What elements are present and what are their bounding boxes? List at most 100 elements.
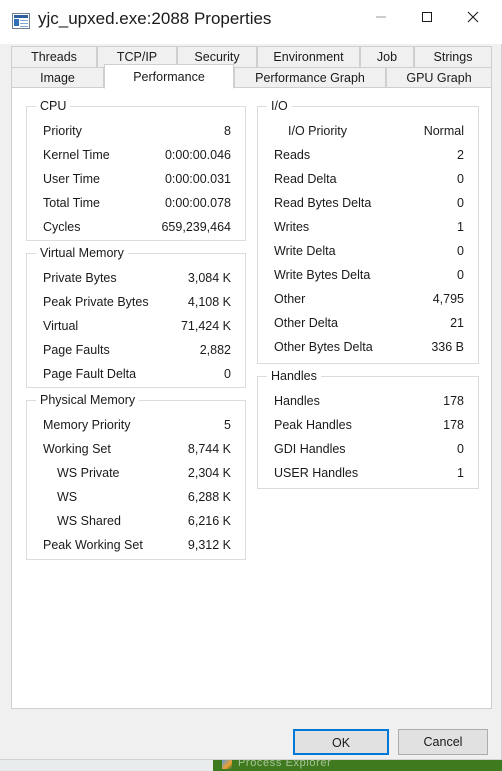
ok-button[interactable]: OK (293, 729, 389, 755)
app-window-icon (12, 13, 30, 29)
metric-row: Other 4,795 (258, 289, 478, 313)
metric-label: Other Delta (274, 316, 338, 330)
maximize-icon (422, 12, 432, 22)
metric-row: Peak Working Set 9,312 K (27, 535, 245, 559)
metric-value: 6,288 K (187, 490, 231, 504)
metric-value: 659,239,464 (161, 220, 231, 234)
metric-row: Other Bytes Delta 336 B (258, 337, 478, 361)
tab-gpu-graph[interactable]: GPU Graph (386, 67, 492, 88)
metric-row: Write Delta 0 (258, 241, 478, 265)
metric-label: WS Private (57, 466, 120, 480)
minimize-icon (376, 16, 386, 18)
background-window-icon (222, 760, 232, 769)
metric-label: Virtual (43, 319, 79, 333)
metric-row: Virtual 71,424 K (27, 316, 245, 340)
metric-value: 3,084 K (187, 271, 231, 285)
metric-row: Priority 8 (27, 121, 245, 145)
metric-row: Other Delta 21 (258, 313, 478, 337)
metric-row: USER Handles 1 (258, 463, 478, 487)
tab-job[interactable]: Job (360, 46, 414, 67)
metric-row: Reads 2 (258, 145, 478, 169)
metric-value: 8 (224, 124, 231, 138)
title-bar[interactable]: yjc_upxed.exe:2088 Properties (0, 0, 502, 44)
metric-value: 0 (457, 172, 464, 186)
metric-value: Normal (423, 124, 464, 138)
metric-label: WS Shared (57, 514, 121, 528)
close-button[interactable] (450, 0, 496, 34)
metric-label: Handles (274, 394, 320, 408)
group-io-title: I/O (267, 99, 292, 113)
tab-strings[interactable]: Strings (414, 46, 492, 67)
tab-strip: Threads TCP/IP Security Environment Job Strin… (11, 46, 492, 89)
metric-value: 4,795 (432, 292, 464, 306)
metric-label: Writes (274, 220, 310, 234)
metric-value: 9,312 K (187, 538, 231, 552)
metric-label: Write Delta (274, 244, 336, 258)
tab-row-bottom: Image Performance Performance Graph GPU Gra… (11, 64, 492, 89)
metric-label: Peak Handles (274, 418, 352, 432)
metric-label: Page Faults (43, 343, 110, 357)
group-handles-title: Handles (267, 369, 321, 383)
metric-value: 71,424 K (180, 319, 231, 333)
metric-row: WS Private 2,304 K (27, 463, 245, 487)
metric-label: Read Delta (274, 172, 337, 186)
metric-label: Other (274, 292, 306, 306)
tab-environment[interactable]: Environment (257, 46, 360, 67)
metric-row: WS Shared 6,216 K (27, 511, 245, 535)
window-title: yjc_upxed.exe:2088 Properties (38, 9, 272, 28)
group-handles: Handles Handles 178 Peak Handles 178 GDI Han… (257, 369, 479, 489)
close-icon (467, 11, 479, 23)
metric-label: Cycles (43, 220, 81, 234)
metric-value: 0 (457, 268, 464, 282)
metric-label: USER Handles (274, 466, 359, 480)
metric-label: Total Time (43, 196, 100, 210)
metric-row: Peak Private Bytes 4,108 K (27, 292, 245, 316)
metric-label: Working Set (43, 442, 111, 456)
metric-row: Writes 1 (258, 217, 478, 241)
metric-row: Total Time 0:00:00.078 (27, 193, 245, 217)
metric-row: Handles 178 (258, 391, 478, 415)
tab-image[interactable]: Image (11, 67, 104, 88)
metric-label: I/O Priority (288, 124, 348, 138)
group-virtual-memory-title: Virtual Memory (36, 246, 128, 260)
metric-row: Page Faults 2,882 (27, 340, 245, 364)
tab-performance-graph[interactable]: Performance Graph (234, 67, 386, 88)
metric-row: WS 6,288 K (27, 487, 245, 511)
tab-performance[interactable]: Performance (104, 64, 234, 89)
metric-label: Page Fault Delta (43, 367, 137, 381)
metric-row: Page Fault Delta 0 (27, 364, 245, 388)
metric-row: Private Bytes 3,084 K (27, 268, 245, 292)
group-physical-memory: Physical Memory Memory Priority 5 Working … (26, 393, 246, 560)
metric-row: Memory Priority 5 (27, 415, 245, 439)
metric-row: Cycles 659,239,464 (27, 217, 245, 241)
metric-label: Peak Private Bytes (43, 295, 149, 309)
metric-value: 0:00:00.078 (164, 196, 231, 210)
metric-value: 1 (457, 220, 464, 234)
cancel-button[interactable]: Cancel (398, 729, 488, 755)
metric-label: Peak Working Set (43, 538, 143, 552)
maximize-button[interactable] (404, 0, 450, 34)
tab-threads[interactable]: Threads (11, 46, 97, 67)
metric-row: Read Bytes Delta 0 (258, 193, 478, 217)
metric-row: Working Set 8,744 K (27, 439, 245, 463)
minimize-button[interactable] (358, 0, 404, 34)
metric-label: Kernel Time (43, 148, 110, 162)
metric-value: 6,216 K (187, 514, 231, 528)
metric-label: Priority (43, 124, 82, 138)
metric-value: 5 (224, 418, 231, 432)
metric-row: I/O Priority Normal (258, 121, 478, 145)
metric-label: Memory Priority (43, 418, 131, 432)
metric-value: 0 (457, 244, 464, 258)
metric-label: Read Bytes Delta (274, 196, 372, 210)
group-physical-memory-title: Physical Memory (36, 393, 140, 407)
metric-value: 2 (457, 148, 464, 162)
metric-value: 0:00:00.031 (164, 172, 231, 186)
metric-value: 0 (224, 367, 231, 381)
metric-value: 2,882 (199, 343, 231, 357)
group-io: I/O I/O Priority Normal Reads 2 Read Delta 0 R… (257, 99, 479, 364)
metric-value: 0 (457, 196, 464, 210)
metric-label: Reads (274, 148, 311, 162)
metric-value: 21 (450, 316, 464, 330)
metric-label: User Time (43, 172, 100, 186)
metric-row: Peak Handles 178 (258, 415, 478, 439)
